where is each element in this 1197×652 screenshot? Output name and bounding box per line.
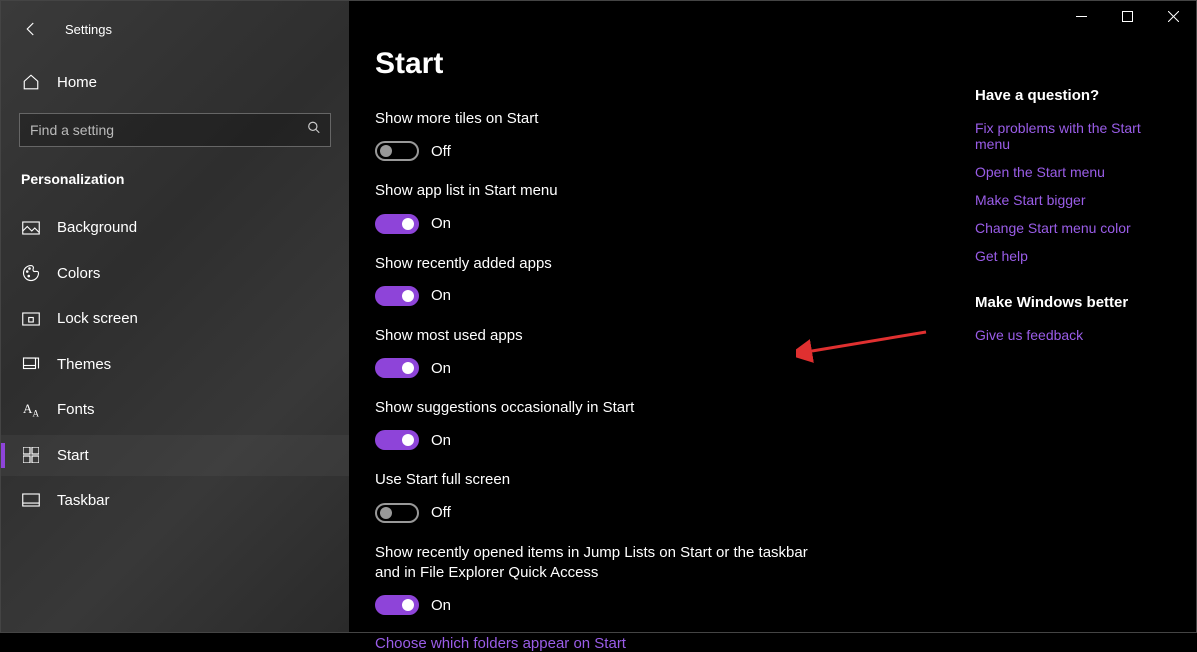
- toggle-recently-added[interactable]: [375, 286, 419, 306]
- maximize-button[interactable]: [1104, 1, 1150, 31]
- themes-icon: [21, 355, 41, 373]
- sidebar-item-label: Lock screen: [57, 310, 138, 327]
- toggle-suggestions[interactable]: [375, 430, 419, 450]
- feedback-heading: Make Windows better: [975, 294, 1166, 311]
- toggle-show-app-list[interactable]: [375, 214, 419, 234]
- setting-label: Show recently added apps: [375, 254, 835, 274]
- toggle-jump-lists[interactable]: [375, 595, 419, 615]
- setting-full-screen: Use Start full screen Off: [375, 470, 915, 522]
- setting-label: Show suggestions occasionally in Start: [375, 398, 835, 418]
- setting-label: Show most used apps: [375, 326, 835, 346]
- sidebar-item-label: Themes: [57, 356, 111, 373]
- back-button[interactable]: [19, 17, 43, 41]
- help-link-get-help[interactable]: Get help: [975, 248, 1166, 264]
- main-content: Start Show more tiles on Start Off Show …: [349, 1, 1196, 632]
- sidebar-item-label: Background: [57, 219, 137, 236]
- setting-show-more-tiles: Show more tiles on Start Off: [375, 109, 915, 161]
- toggle-full-screen[interactable]: [375, 503, 419, 523]
- setting-label: Show recently opened items in Jump Lists…: [375, 543, 835, 584]
- help-link-open-start[interactable]: Open the Start menu: [975, 164, 1166, 180]
- help-link-fix-problems[interactable]: Fix problems with the Start menu: [975, 120, 1166, 152]
- minimize-button[interactable]: [1058, 1, 1104, 31]
- sidebar: Settings Home Personalization Background: [1, 1, 349, 632]
- lock-screen-icon: [21, 312, 41, 326]
- sidebar-item-background[interactable]: Background: [1, 207, 349, 248]
- sidebar-item-lock-screen[interactable]: Lock screen: [1, 298, 349, 339]
- palette-icon: [21, 264, 41, 282]
- sidebar-item-fonts[interactable]: AA Fonts: [1, 389, 349, 431]
- choose-folders-link[interactable]: Choose which folders appear on Start: [375, 635, 915, 652]
- home-icon: [21, 73, 41, 91]
- help-heading: Have a question?: [975, 87, 1166, 104]
- help-link-change-color[interactable]: Change Start menu color: [975, 220, 1166, 236]
- sidebar-home[interactable]: Home: [1, 63, 349, 101]
- toggle-state: On: [431, 360, 451, 377]
- toggle-state: Off: [431, 504, 451, 521]
- sidebar-item-label: Taskbar: [57, 492, 110, 509]
- search-wrap: [19, 113, 331, 147]
- toggle-show-more-tiles[interactable]: [375, 141, 419, 161]
- sidebar-item-colors[interactable]: Colors: [1, 252, 349, 294]
- sidebar-item-taskbar[interactable]: Taskbar: [1, 480, 349, 521]
- setting-label: Show more tiles on Start: [375, 109, 835, 129]
- sidebar-item-label: Start: [57, 447, 89, 464]
- help-link-make-bigger[interactable]: Make Start bigger: [975, 192, 1166, 208]
- toggle-state: On: [431, 215, 451, 232]
- setting-jump-lists: Show recently opened items in Jump Lists…: [375, 543, 915, 616]
- help-panel: Have a question? Fix problems with the S…: [975, 47, 1166, 612]
- setting-most-used: Show most used apps On: [375, 326, 915, 378]
- toggle-state: On: [431, 432, 451, 449]
- page-title: Start: [375, 47, 915, 81]
- toggle-state: On: [431, 597, 451, 614]
- toggle-state: Off: [431, 143, 451, 160]
- sidebar-item-label: Colors: [57, 265, 100, 282]
- sidebar-home-label: Home: [57, 74, 97, 91]
- feedback-link[interactable]: Give us feedback: [975, 327, 1166, 343]
- sidebar-item-label: Fonts: [57, 401, 95, 418]
- toggle-state: On: [431, 287, 451, 304]
- window-title: Settings: [65, 22, 112, 37]
- setting-label: Use Start full screen: [375, 470, 835, 490]
- start-icon: [21, 447, 41, 463]
- sidebar-category: Personalization: [1, 165, 349, 207]
- setting-label: Show app list in Start menu: [375, 181, 835, 201]
- picture-icon: [21, 221, 41, 235]
- setting-show-app-list: Show app list in Start menu On: [375, 181, 915, 233]
- toggle-most-used[interactable]: [375, 358, 419, 378]
- window-controls: [1058, 1, 1196, 31]
- sidebar-item-themes[interactable]: Themes: [1, 343, 349, 385]
- taskbar-icon: [21, 493, 41, 507]
- setting-suggestions: Show suggestions occasionally in Start O…: [375, 398, 915, 450]
- search-input[interactable]: [19, 113, 331, 147]
- search-icon: [307, 121, 321, 140]
- setting-recently-added: Show recently added apps On: [375, 254, 915, 306]
- fonts-icon: AA: [21, 401, 41, 419]
- sidebar-item-start[interactable]: Start: [1, 435, 349, 476]
- close-button[interactable]: [1150, 1, 1196, 31]
